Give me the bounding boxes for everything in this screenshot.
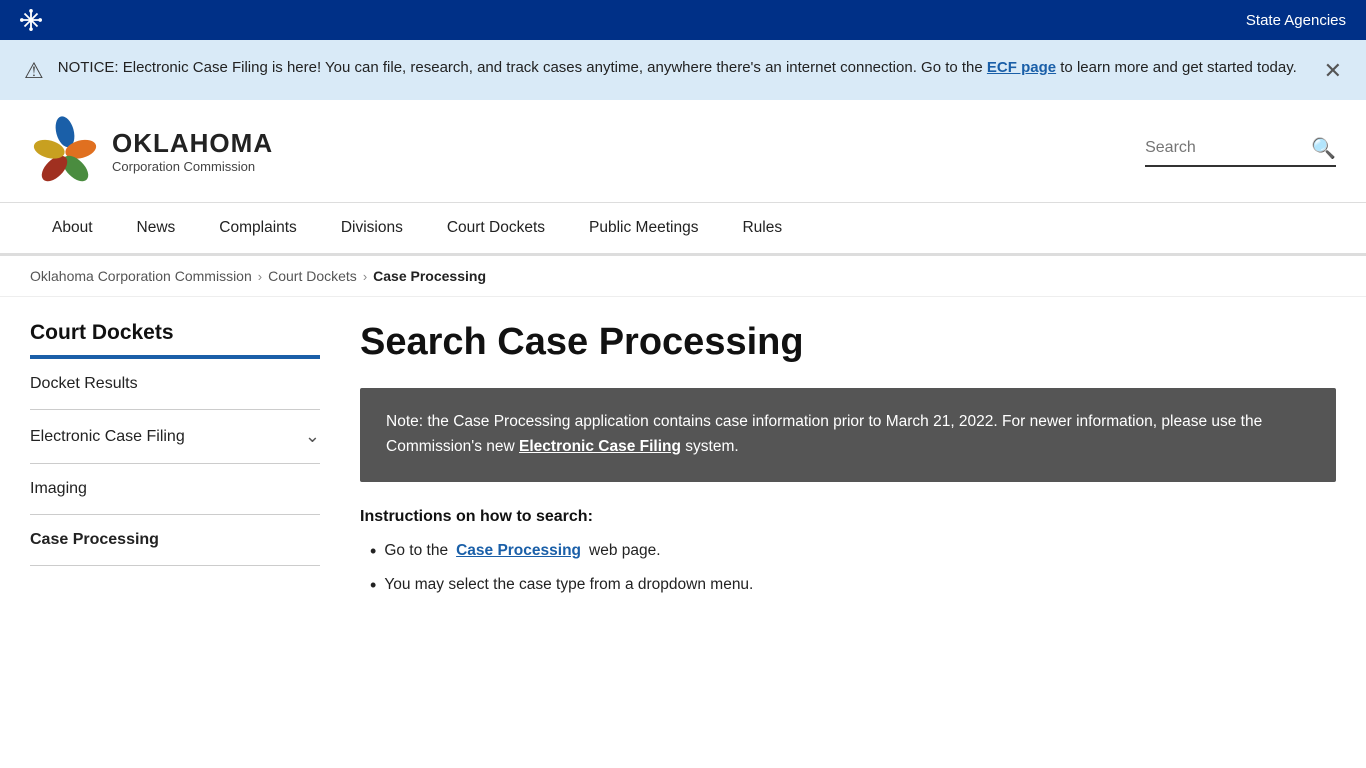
instruction-1-after: web page. (589, 542, 661, 560)
nav-item-rules[interactable]: Rules (720, 203, 804, 253)
sidebar-title: Court Dockets (30, 321, 320, 359)
sidebar-item-imaging-label: Imaging (30, 480, 87, 498)
instruction-1-before: Go to the (384, 542, 448, 560)
breadcrumb-sep-1: › (258, 269, 262, 284)
state-logo-icon (20, 9, 42, 31)
sidebar: Court Dockets Docket Results Electronic … (30, 321, 320, 610)
instruction-2-text: You may select the case type from a drop… (384, 576, 753, 594)
notice-banner: ⚠ NOTICE: Electronic Case Filing is here… (0, 40, 1366, 100)
sidebar-item-docket-results-label: Docket Results (30, 375, 138, 393)
search-input[interactable] (1145, 139, 1305, 157)
expand-icon: ⌄ (305, 426, 320, 447)
occ-logo-icon (30, 116, 100, 186)
ecf-page-link[interactable]: ECF page (987, 59, 1056, 76)
ecf-link-in-box[interactable]: Electronic Case Filing (519, 438, 681, 455)
main-content: Search Case Processing Note: the Case Pr… (360, 321, 1336, 610)
case-processing-link[interactable]: Case Processing (456, 542, 581, 560)
info-box: Note: the Case Processing application co… (360, 388, 1336, 482)
instruction-item-2: You may select the case type from a drop… (370, 576, 1336, 596)
logo-oklahoma-text: OKLAHOMA (112, 128, 273, 159)
breadcrumb-sep-2: › (363, 269, 367, 284)
nav-item-complaints[interactable]: Complaints (197, 203, 319, 253)
notice-text-after: to learn more and get started today. (1056, 59, 1297, 76)
nav-item-news[interactable]: News (115, 203, 198, 253)
instruction-item-1: Go to the Case Processing web page. (370, 542, 1336, 562)
main-nav: About News Complaints Divisions Court Do… (0, 203, 1366, 256)
page-title: Search Case Processing (360, 321, 1336, 364)
search-area: 🔍 (1145, 136, 1336, 167)
state-agencies-link[interactable]: State Agencies (1246, 12, 1346, 29)
nav-item-public-meetings[interactable]: Public Meetings (567, 203, 720, 253)
sidebar-item-case-processing-label: Case Processing (30, 531, 159, 549)
breadcrumb-current: Case Processing (373, 268, 486, 284)
info-box-text-before: Note: the Case Processing application co… (386, 413, 1262, 455)
notice-text: NOTICE: Electronic Case Filing is here! … (58, 56, 1310, 80)
top-bar-logo (20, 9, 42, 31)
instruction-list: Go to the Case Processing web page. You … (360, 542, 1336, 596)
breadcrumb-home[interactable]: Oklahoma Corporation Commission (30, 268, 252, 284)
info-box-text-after: system. (681, 438, 739, 455)
sidebar-item-ecf-label: Electronic Case Filing (30, 428, 185, 446)
logo-text: OKLAHOMA Corporation Commission (112, 128, 273, 174)
site-header: OKLAHOMA Corporation Commission 🔍 (0, 100, 1366, 203)
search-button[interactable]: 🔍 (1311, 136, 1336, 161)
nav-item-about[interactable]: About (30, 203, 115, 253)
breadcrumb: Oklahoma Corporation Commission › Court … (0, 256, 1366, 297)
content-area: Court Dockets Docket Results Electronic … (0, 297, 1366, 634)
logo-sub-text: Corporation Commission (112, 159, 273, 174)
sidebar-item-case-processing[interactable]: Case Processing (30, 515, 320, 566)
instructions-title: Instructions on how to search: (360, 508, 1336, 526)
breadcrumb-court-dockets[interactable]: Court Dockets (268, 268, 357, 284)
notice-warning-icon: ⚠ (24, 58, 44, 84)
logo-area: OKLAHOMA Corporation Commission (30, 116, 273, 186)
top-bar: State Agencies (0, 0, 1366, 40)
sidebar-item-imaging[interactable]: Imaging (30, 464, 320, 515)
nav-item-court-dockets[interactable]: Court Dockets (425, 203, 567, 253)
notice-text-before: NOTICE: Electronic Case Filing is here! … (58, 59, 987, 76)
nav-item-divisions[interactable]: Divisions (319, 203, 425, 253)
sidebar-item-ecf[interactable]: Electronic Case Filing ⌄ (30, 410, 320, 464)
sidebar-item-docket-results[interactable]: Docket Results (30, 359, 320, 410)
notice-close-button[interactable]: ✕ (1324, 58, 1342, 84)
